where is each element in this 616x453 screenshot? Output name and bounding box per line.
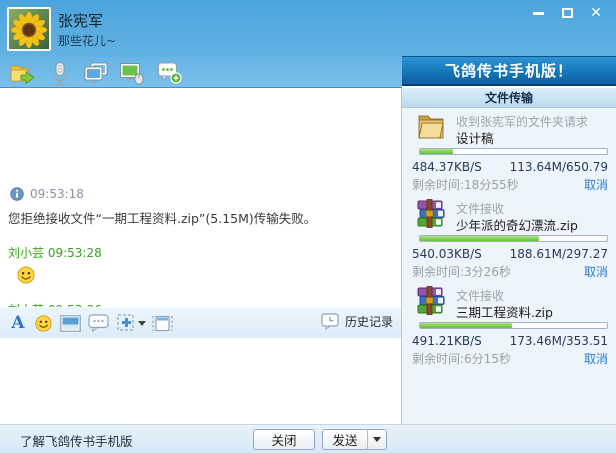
transfer-progress-size: 113.64M/650.79: [509, 160, 608, 174]
sunflower-avatar-image: [9, 9, 49, 49]
history-icon: [321, 313, 339, 330]
screen-capture-icon: [116, 314, 134, 331]
smiley-emoji: [17, 266, 35, 284]
progress-bar: [419, 322, 608, 329]
capture-dropdown-caret: [137, 320, 146, 326]
peer-name: 张宪军: [58, 12, 104, 30]
transfer-speed: 484.37KB/S: [412, 160, 482, 174]
transfer-item: 文件接收 三期工程资料.zip 491.21KB/S 173.46M/353.5…: [412, 285, 610, 366]
system-message-time-row: 09:53:18: [10, 187, 84, 201]
transfer-item: 收到张宪军的文件夹请求 设计稿 484.37KB/S 113.64M/650.7…: [412, 111, 610, 192]
time-remaining: 剩余时间:3分26秒: [412, 265, 511, 279]
cancel-transfer-link[interactable]: 取消: [584, 176, 608, 193]
system-message-time: 09:53:18: [30, 187, 84, 201]
voice-chat-button[interactable]: [46, 60, 74, 86]
font-icon: A: [11, 313, 25, 333]
send-file-icon: [10, 65, 35, 85]
send-dropdown-caret: [373, 437, 381, 442]
input-toolbar: A 历史记录: [0, 307, 401, 338]
send-image-button[interactable]: [58, 311, 82, 335]
chat-add-icon: [158, 62, 182, 84]
transfer-speed: 491.21KB/S: [412, 334, 482, 348]
send-file-button[interactable]: [8, 60, 36, 86]
image-icon: [59, 314, 81, 332]
transfer-progress-size: 173.46M/353.51: [509, 334, 608, 348]
history-button[interactable]: 历史记录: [321, 313, 393, 330]
transfer-stats: 484.37KB/S 113.64M/650.79: [412, 160, 608, 174]
transfer-item: 文件接收 少年派的奇幻漂流.zip 540.03KB/S 188.61M/297…: [412, 198, 610, 279]
transfer-filename: 少年派的奇幻漂流.zip: [456, 218, 578, 233]
sender-name-time: 刘小芸 09:53:28: [8, 244, 102, 261]
transfer-stats: 540.03KB/S 188.61M/297.27: [412, 247, 608, 261]
transfer-filename: 设计稿: [456, 131, 494, 146]
transfer-progress-size: 188.61M/297.27: [509, 247, 608, 261]
mobile-version-banner[interactable]: 飞鸽传书手机版！: [402, 56, 616, 86]
message-bubble-button[interactable]: [86, 311, 110, 335]
minimize-button[interactable]: [526, 4, 550, 22]
system-message-text: 您拒绝接收文件“一期工程资料.zip”(5.15M)传输失败。: [8, 211, 317, 226]
progress-fill: [420, 323, 512, 328]
microphone-icon: [52, 61, 68, 85]
avatar[interactable]: [7, 7, 51, 51]
history-label: 历史记录: [344, 315, 393, 329]
progress-fill: [420, 236, 539, 241]
send-options-button[interactable]: [367, 429, 387, 450]
info-icon: [10, 187, 24, 201]
time-remaining: 剩余时间:6分15秒: [412, 352, 511, 366]
screen-share-icon: [84, 62, 108, 83]
transfer-stats: 491.21KB/S 173.46M/353.51: [412, 334, 608, 348]
file-transfer-list: 收到张宪军的文件夹请求 设计稿 484.37KB/S 113.64M/650.7…: [402, 108, 616, 424]
close-button[interactable]: 关闭: [253, 429, 315, 450]
file-transfer-panel-title: 文件传输: [402, 88, 616, 108]
remote-assist-button[interactable]: [118, 60, 146, 86]
emoticon-icon: [34, 314, 52, 332]
progress-bar: [419, 235, 608, 242]
rar-archive-icon: [416, 199, 448, 229]
font-format-button[interactable]: A: [6, 311, 30, 335]
progress-fill: [420, 149, 453, 154]
cancel-transfer-link[interactable]: 取消: [584, 263, 608, 280]
minimize-icon: [532, 11, 544, 15]
cancel-transfer-link[interactable]: 取消: [584, 350, 608, 367]
message-input[interactable]: [0, 338, 401, 424]
progress-bar: [419, 148, 608, 155]
mobile-promo-link[interactable]: 了解飞鸽传书手机版: [20, 431, 133, 450]
remote-desktop-icon: [120, 62, 144, 85]
close-icon: ✕: [590, 5, 602, 21]
peer-status: 那些花儿~: [58, 34, 117, 48]
group-chat-add-button[interactable]: [156, 60, 184, 86]
chat-window: 张宪军 那些花儿~ ✕ 09:53:18 您拒绝接收文件“一期工程资料.zip”…: [0, 0, 616, 453]
message-time: 09:53:28: [47, 246, 102, 260]
sender-name: 刘小芸: [8, 246, 45, 260]
screen-capture-button[interactable]: [115, 311, 147, 335]
screen-share-button[interactable]: [82, 60, 110, 86]
rar-archive-icon: [416, 286, 448, 316]
footer-bar: 了解飞鸽传书手机版 关闭 发送: [0, 424, 616, 453]
message-history-area[interactable]: 09:53:18 您拒绝接收文件“一期工程资料.zip”(5.15M)传输失败。…: [0, 88, 401, 345]
folder-icon: [416, 112, 448, 142]
close-window-button[interactable]: ✕: [584, 4, 608, 22]
transfer-speed: 540.03KB/S: [412, 247, 482, 261]
time-remaining: 剩余时间:18分55秒: [412, 178, 519, 192]
maximize-button[interactable]: [555, 4, 579, 22]
send-button[interactable]: 发送: [322, 429, 368, 450]
emoticon-button[interactable]: [31, 311, 55, 335]
window-capture-button[interactable]: [150, 311, 174, 335]
window-header: 张宪军 那些花儿~ ✕: [0, 0, 616, 57]
window-capture-icon: [151, 315, 173, 331]
transfer-filename: 三期工程资料.zip: [456, 305, 553, 320]
bubble-dots-icon: [87, 314, 109, 332]
maximize-icon: [561, 8, 573, 18]
